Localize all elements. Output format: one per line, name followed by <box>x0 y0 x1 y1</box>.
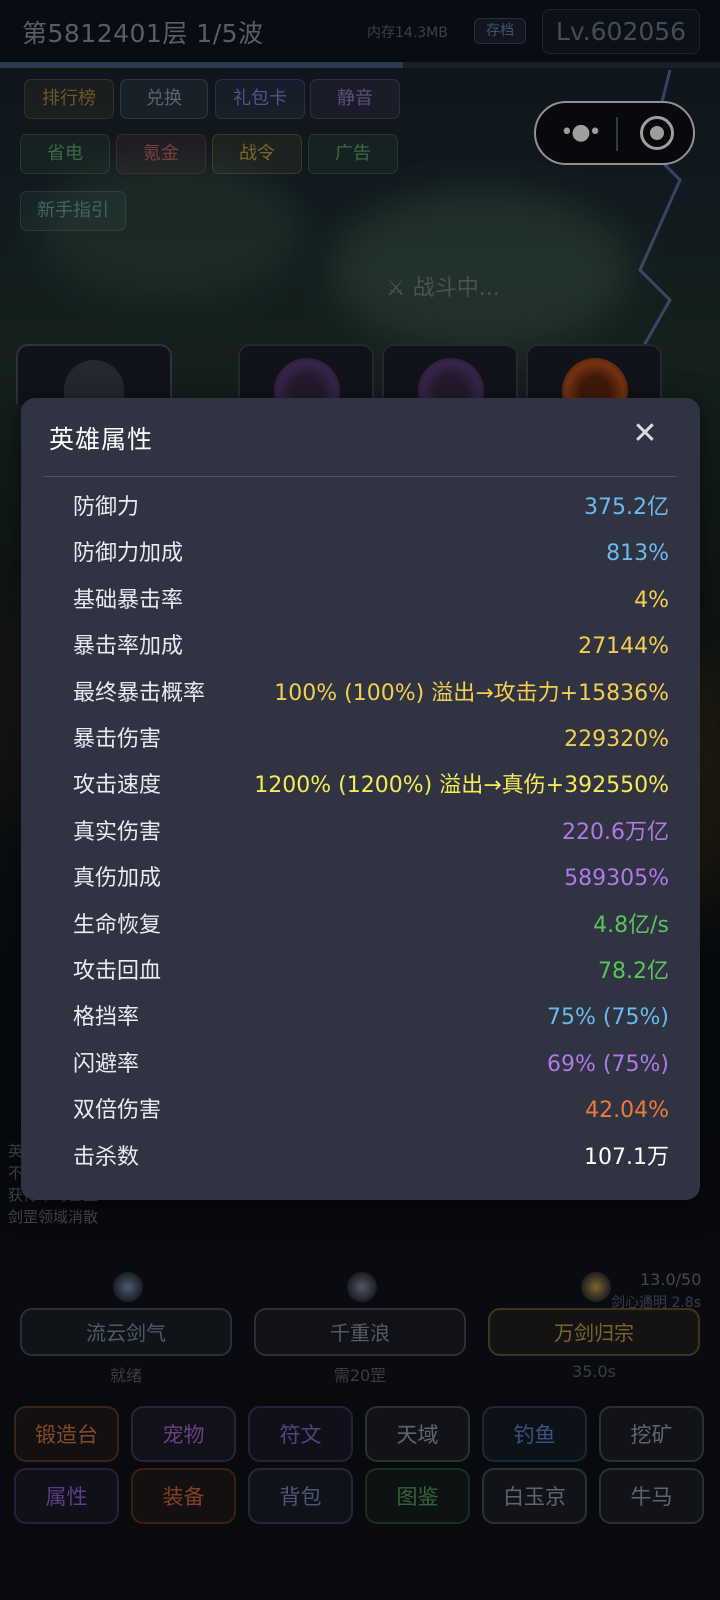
stat-row: 格挡率 75% (75%) <box>73 998 669 1038</box>
stat-label: 防御力加成 <box>73 541 184 567</box>
stat-value: 4% <box>634 587 669 613</box>
stat-label: 暴击率加成 <box>73 634 184 660</box>
stat-value: 813% <box>606 541 669 567</box>
stat-row: 击杀数 107.1万 <box>73 1138 669 1178</box>
stat-row: 闪避率 69% (75%) <box>73 1045 669 1085</box>
stat-value: 229320% <box>564 727 669 752</box>
stat-row: 暴击伤害 229320% <box>73 720 669 760</box>
close-icon[interactable]: ✕ <box>627 416 663 452</box>
stat-value: 589305% <box>564 866 669 892</box>
stat-value: 75% (75%) <box>547 1005 669 1031</box>
stat-row: 真伤加成 589305% <box>73 859 669 899</box>
stat-value: 42.04% <box>585 1098 669 1124</box>
stat-value: 27144% <box>578 634 669 660</box>
stat-label: 最终暴击概率 <box>73 680 206 706</box>
stat-label: 暴击伤害 <box>73 727 162 752</box>
stat-value: 69% (75%) <box>547 1051 669 1077</box>
stat-label: 攻击速度 <box>73 773 162 799</box>
stat-label: 格挡率 <box>73 1005 140 1031</box>
stat-label: 基础暴击率 <box>73 587 184 613</box>
stat-value: 220.6万亿 <box>562 819 669 845</box>
dialog-title: 英雄属性 <box>49 425 154 454</box>
title-divider <box>43 476 677 477</box>
stat-value: 78.2亿 <box>598 959 669 984</box>
stat-value: 100% (100%) 溢出→攻击力+15836% <box>274 680 669 706</box>
stat-row: 防御力加成 813% <box>73 534 669 574</box>
stat-row: 真实伤害 220.6万亿 <box>73 813 669 853</box>
stat-row: 基础暴击率 4% <box>73 581 669 621</box>
stat-label: 防御力 <box>73 495 140 520</box>
stat-row: 生命恢复 4.8亿/s <box>73 906 669 946</box>
stat-label: 击杀数 <box>73 1144 140 1170</box>
stat-label: 闪避率 <box>73 1051 140 1077</box>
stat-value: 375.2亿 <box>584 495 669 520</box>
stat-label: 双倍伤害 <box>73 1098 162 1124</box>
stat-row: 防御力 375.2亿 <box>73 488 669 528</box>
stat-row: 最终暴击概率 100% (100%) 溢出→攻击力+15836% <box>73 674 669 714</box>
stat-row: 攻击速度 1200% (1200%) 溢出→真伤+392550% <box>73 766 669 806</box>
stat-row: 暴击率加成 27144% <box>73 627 669 667</box>
stat-value: 107.1万 <box>584 1144 669 1170</box>
stat-row: 攻击回血 78.2亿 <box>73 952 669 992</box>
stat-label: 攻击回血 <box>73 959 162 984</box>
stat-label: 真伤加成 <box>73 866 162 892</box>
stat-row: 双倍伤害 42.04% <box>73 1091 669 1131</box>
hero-attributes-dialog: 英雄属性 ✕ 防御力 375.2亿防御力加成 813% 基础暴击率 4% 暴击率加成 271… <box>21 398 700 1200</box>
stat-label: 真实伤害 <box>73 819 162 845</box>
stat-value: 1200% (1200%) 溢出→真伤+392550% <box>254 773 669 799</box>
stat-value: 4.8亿/s <box>593 912 669 938</box>
stat-label: 生命恢复 <box>73 912 162 938</box>
